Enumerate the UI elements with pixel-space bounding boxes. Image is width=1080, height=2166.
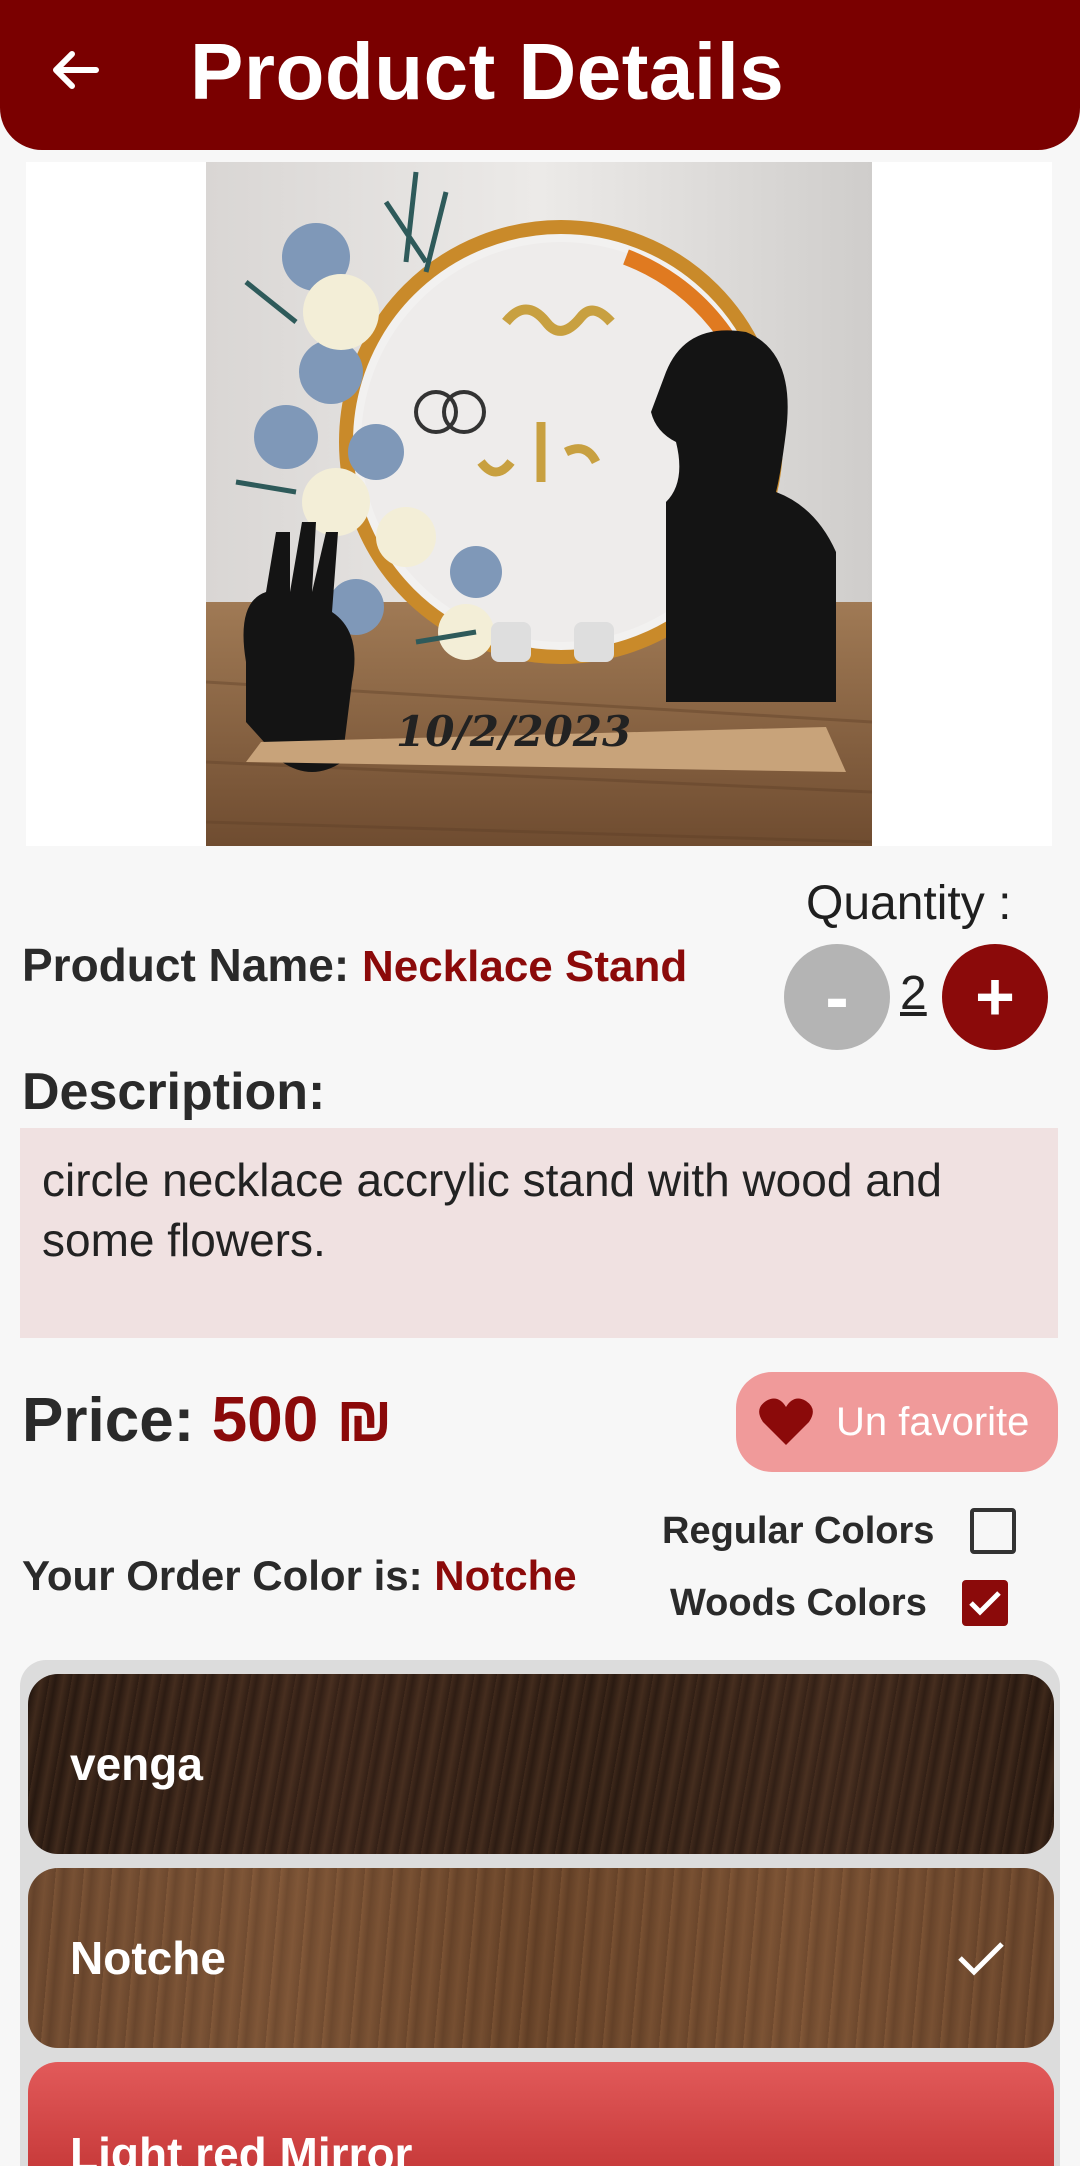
page-title: Product Details xyxy=(190,27,785,116)
description-box: circle necklace accrylic stand with wood… xyxy=(20,1128,1058,1338)
woods-colors-label: Woods Colors xyxy=(670,1582,927,1624)
description-text: circle necklace accrylic stand with wood… xyxy=(42,1154,942,1266)
quantity-label: Quantity : xyxy=(806,877,1012,930)
check-icon xyxy=(969,1591,1001,1616)
price-label: Price: xyxy=(22,1386,195,1455)
swatch-light-red-mirror[interactable]: Light red Mirror xyxy=(28,2062,1054,2166)
order-color-row: Your Order Color is: Notche xyxy=(22,1552,577,1600)
product-name-value: Necklace Stand xyxy=(361,942,688,991)
image-date-text: 10/2/2023 xyxy=(396,707,632,756)
product-image: 10/2/2023 xyxy=(26,162,1052,846)
product-name-label: Product Name: xyxy=(22,939,350,991)
selected-check-icon xyxy=(958,1942,1004,1976)
regular-colors-label: Regular Colors xyxy=(662,1510,935,1552)
regular-colors-checkbox[interactable] xyxy=(970,1508,1016,1554)
swatch-label: Light red Mirror xyxy=(70,2128,413,2166)
swatch-label: venga xyxy=(70,1738,203,1790)
order-color-value: Notche xyxy=(434,1552,577,1599)
swatch-label: Notche xyxy=(70,1932,226,1984)
description-heading: Description: xyxy=(22,1063,326,1121)
quantity-increase-button[interactable]: + xyxy=(942,944,1048,1050)
price-row: Price: 500 ₪ xyxy=(22,1382,393,1456)
app-bar: Product Details xyxy=(0,0,1080,150)
quantity-decrease-button[interactable]: - xyxy=(784,944,890,1050)
quantity-value: 2 xyxy=(900,967,927,1020)
unfavorite-button[interactable]: Un favorite xyxy=(736,1372,1058,1472)
product-photo: 10/2/2023 xyxy=(206,162,872,846)
favorite-label: Un favorite xyxy=(836,1399,1030,1444)
product-name-row: Product Name: Necklace Stand xyxy=(22,938,687,992)
arrow-left-icon xyxy=(53,51,99,89)
swatch-venga[interactable]: venga xyxy=(28,1674,1054,1854)
heart-icon xyxy=(759,1398,813,1445)
color-swatch-list: venga Notche Light red Mirror xyxy=(20,1660,1060,2166)
order-color-label: Your Order Color is: xyxy=(22,1552,423,1599)
swatch-notche[interactable]: Notche xyxy=(28,1868,1054,2048)
woods-colors-checkbox[interactable] xyxy=(962,1580,1008,1626)
price-value: 500 ₪ xyxy=(211,1383,393,1455)
back-button[interactable] xyxy=(44,38,108,102)
